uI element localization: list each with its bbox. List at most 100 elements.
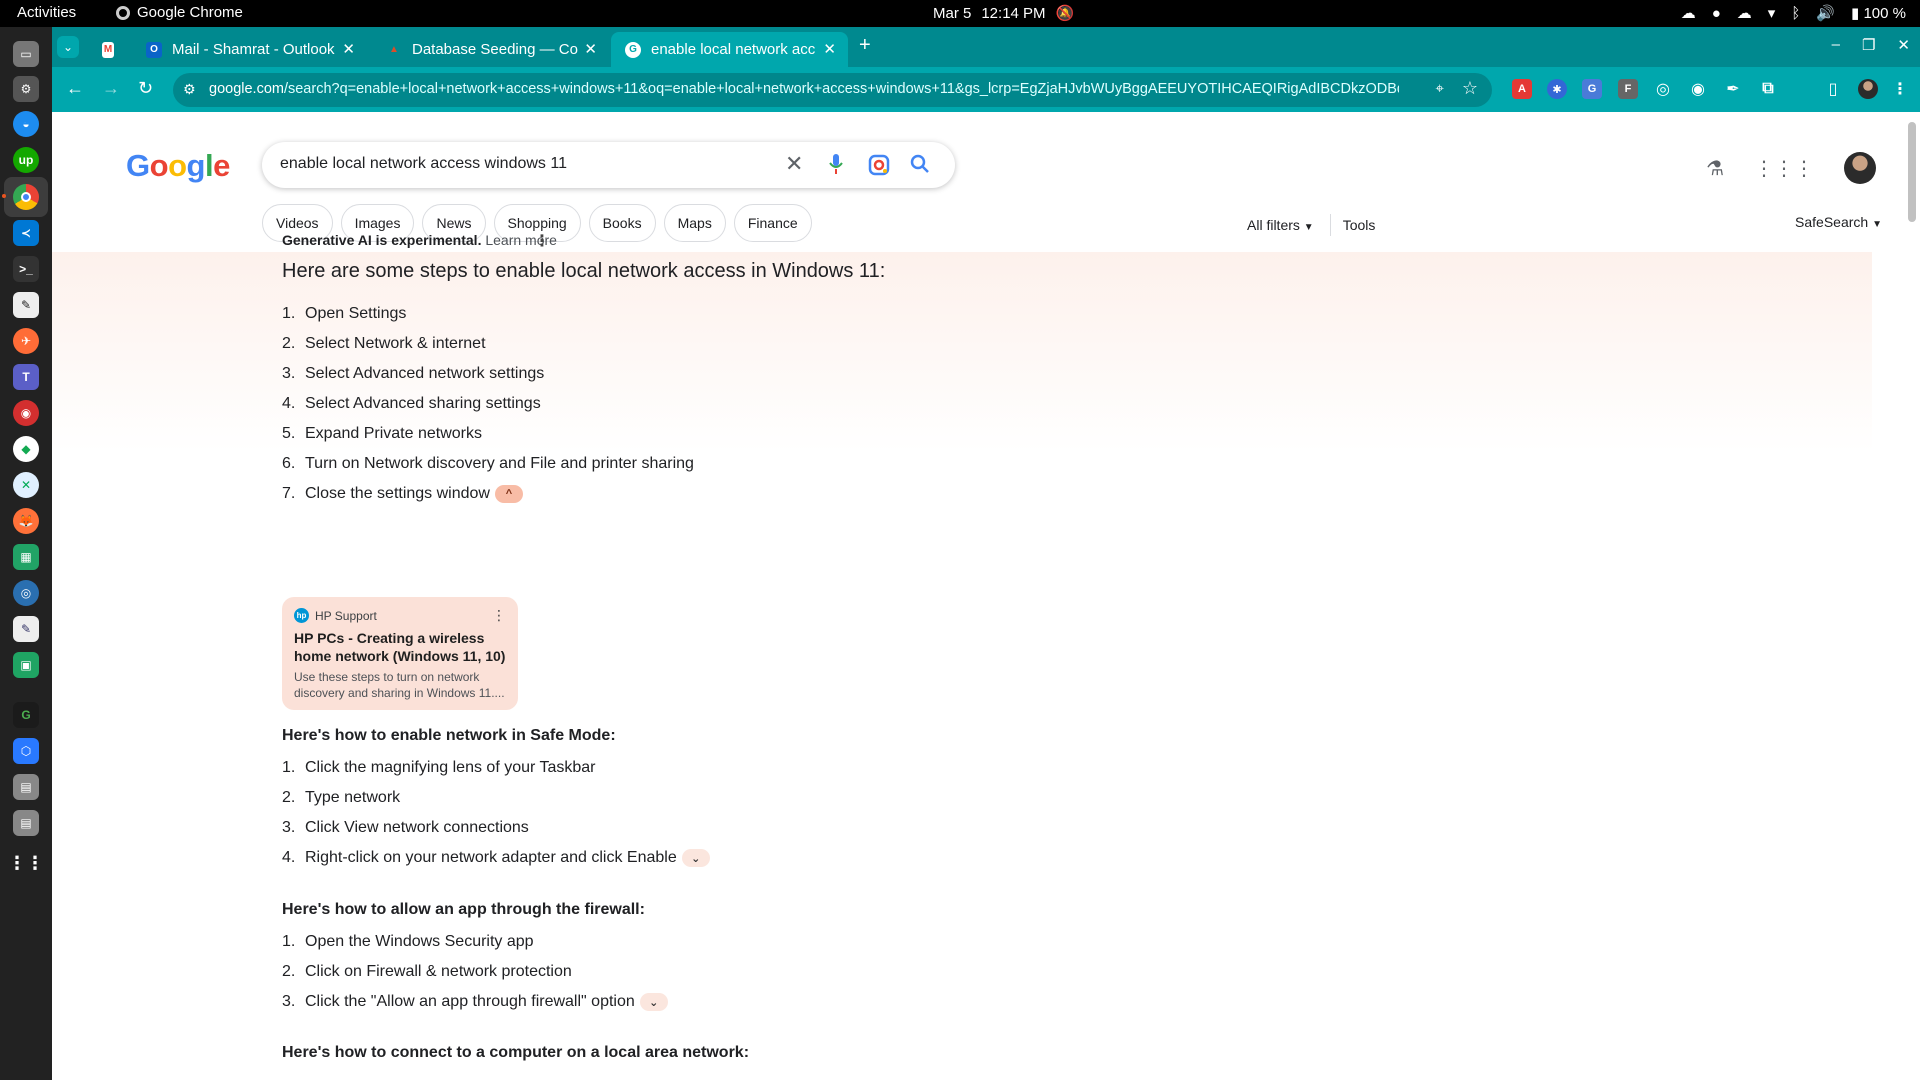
battery-level: 100 % (1863, 5, 1906, 22)
chip-finance[interactable]: Finance (733, 204, 812, 242)
bookmark-star-icon[interactable]: ☆ (1462, 78, 1478, 99)
search-input[interactable]: enable local network access windows 11 (280, 155, 567, 173)
close-icon[interactable]: ✕ (580, 40, 597, 58)
google-lens-icon[interactable] (868, 154, 890, 176)
chat-icon[interactable]: ▣ (13, 652, 39, 678)
safe-mode-steps-list: 1. Click the magnifying lens of your Task… (282, 753, 710, 873)
filters-bar: All filters ▼ Tools (1247, 214, 1375, 236)
mysql-workbench-icon[interactable]: ◎ (13, 580, 39, 606)
pen-extension-icon[interactable]: ✒ (1723, 79, 1743, 99)
labs-flask-icon[interactable]: ⚗ (1706, 156, 1724, 181)
xcode-like-icon[interactable]: ✕ (13, 472, 39, 498)
tab-google-search[interactable]: Genable local network acc ✕ (611, 32, 848, 67)
settings-icon[interactable]: ⚙ (13, 76, 39, 102)
step-text: Type network (305, 789, 401, 806)
tab-search-button[interactable]: ⌄ (57, 36, 79, 58)
tab-label: enable local network acc (651, 41, 816, 58)
terminal-icon[interactable]: >_ (13, 256, 39, 282)
docker-icon[interactable]: ◒ (13, 111, 39, 137)
circle-extension-icon[interactable]: ◎ (1653, 79, 1673, 99)
reload-icon[interactable]: ↻ (138, 78, 153, 99)
account-avatar[interactable] (1844, 152, 1876, 184)
tools-button[interactable]: Tools (1343, 217, 1376, 233)
clock[interactable]: Mar 5 12:14 PM 🔕 (933, 4, 1075, 23)
drive-icon[interactable]: ▤ (13, 774, 39, 800)
source-site: hp HP Support (294, 608, 377, 623)
google-logo[interactable]: Google (126, 148, 230, 184)
adblock-extension-icon[interactable]: A (1512, 79, 1532, 99)
battery-icon: ▮ 100 % (1851, 5, 1906, 22)
clear-search-icon[interactable]: ✕ (785, 151, 803, 177)
step-text: Open the Windows Security app (305, 933, 534, 950)
profile-avatar[interactable] (1858, 79, 1878, 99)
all-filters-button[interactable]: All filters ▼ (1247, 217, 1314, 233)
source-title[interactable]: HP PCs - Creating a wireless home networ… (294, 629, 509, 665)
upwork-icon[interactable]: up (13, 147, 39, 173)
tab-label: Database Seeding — Co (412, 41, 578, 58)
apps-grid-icon[interactable]: ⋮⋮⋮ (1754, 156, 1814, 181)
new-tab-button[interactable]: + (859, 34, 871, 57)
search-icon[interactable] (910, 154, 930, 174)
privacy-extension-icon[interactable]: ◉ (1688, 79, 1708, 99)
spreadsheet-icon[interactable]: ▦ (13, 544, 39, 570)
close-window-icon[interactable]: ✕ (1897, 36, 1910, 54)
tab-outlook[interactable]: O Mail - Shamrat - Outlook ✕ (132, 32, 367, 67)
site-info-icon[interactable]: ⚙ (183, 81, 196, 98)
microphone-icon[interactable] (829, 153, 843, 175)
dock: ▭ ⚙ ◒ up ≺ >_ ✎ ✈ T ◉ ◆ ✕ 🦊 ▦ ◎ ✎ ▣ G ⬡ … (0, 27, 52, 1080)
menu-kebab-icon[interactable]: ⋮ (1890, 79, 1910, 99)
inkscape-icon[interactable]: ✎ (13, 292, 39, 318)
source-name: HP Support (315, 608, 377, 623)
translate-extension-icon[interactable]: G (1582, 79, 1602, 99)
firefox-icon[interactable]: 🦊 (13, 508, 39, 534)
tab-codeium[interactable]: ▲ Database Seeding — Co ✕ (372, 32, 609, 67)
teams-icon[interactable]: T (13, 364, 39, 390)
redis-icon[interactable]: ◉ (13, 400, 39, 426)
back-icon[interactable]: ← (66, 78, 84, 99)
step-text: Select Advanced network settings (305, 365, 545, 382)
search-box[interactable]: enable local network access windows 11 ✕ (262, 142, 955, 188)
gitkraken-icon[interactable]: G (13, 702, 39, 728)
chip-books[interactable]: Books (588, 204, 656, 242)
activities-button[interactable]: Activities (17, 4, 76, 21)
forward-icon[interactable]: → (102, 78, 120, 99)
date: Mar 5 (933, 4, 972, 22)
location-icon[interactable]: ⌖ (1436, 80, 1444, 97)
extension-tray-icon: ● (1711, 4, 1721, 22)
safesearch-button[interactable]: SafeSearch ▼ (1795, 214, 1882, 230)
expand-source-button[interactable]: ⌄ (681, 849, 710, 867)
minimize-icon[interactable]: – (1832, 36, 1840, 54)
expand-source-button[interactable]: ⌄ (639, 993, 668, 1011)
font-extension-icon[interactable]: F (1618, 79, 1638, 99)
side-panel-icon[interactable]: ▯ (1823, 79, 1843, 99)
url-text[interactable]: google.com/search?q=enable+local+network… (209, 81, 1399, 97)
text-editor-icon[interactable]: ✎ (13, 616, 39, 642)
section-heading: Here's how to connect to a computer on a… (282, 1044, 750, 1061)
app-menu[interactable]: Google Chrome (116, 4, 243, 21)
source-card[interactable]: hp HP Support ⋮ HP PCs - Creating a wirel… (282, 597, 518, 710)
files-icon[interactable]: ▭ (13, 41, 39, 67)
address-bar[interactable]: ⚙ google.com/search?q=enable+local+netwo… (173, 73, 1492, 107)
more-options-icon[interactable]: ⋮ (534, 231, 550, 251)
cube-app-icon[interactable]: ⬡ (13, 738, 39, 764)
vscode-icon[interactable]: ≺ (13, 220, 39, 246)
mongodb-compass-icon[interactable]: ◆ (13, 436, 39, 462)
extension-gear-icon[interactable]: ✱ (1547, 79, 1567, 99)
collapse-source-button[interactable]: ^ (494, 485, 523, 503)
caret-down-icon: ▼ (1303, 222, 1314, 233)
postman-icon[interactable]: ✈ (13, 328, 39, 354)
close-icon[interactable]: ✕ (342, 40, 355, 58)
chip-maps[interactable]: Maps (663, 204, 726, 242)
extensions-puzzle-icon[interactable]: ⧉ (1758, 79, 1778, 99)
restore-icon[interactable]: ❐ (1862, 36, 1875, 54)
more-options-icon[interactable]: ⋮ (492, 607, 506, 624)
tab-label: Mail - Shamrat - Outlook (172, 41, 335, 58)
notifications-off-icon: 🔕 (1055, 5, 1075, 22)
system-tray[interactable]: ☁ ● ☁ ▾ ᛒ 🔊 ▮ 100 % (1681, 4, 1906, 23)
show-apps-icon[interactable]: ⋮⋮ (8, 850, 44, 876)
chrome-dock-icon[interactable] (13, 184, 39, 210)
page-scrollbar[interactable] (1908, 122, 1916, 222)
drive-2-icon[interactable]: ▤ (13, 810, 39, 836)
tab-gmail[interactable]: M (88, 32, 124, 67)
close-icon[interactable]: ✕ (819, 40, 836, 58)
